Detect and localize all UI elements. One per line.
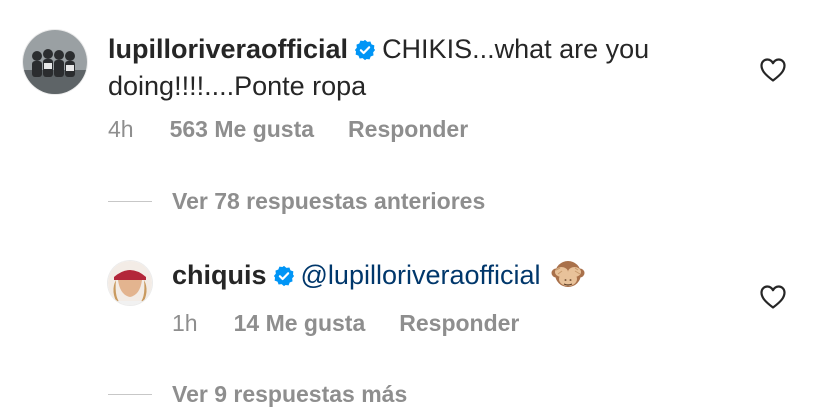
view-previous-replies-label: Ver 78 respuestas anteriores xyxy=(172,188,486,214)
reply-button[interactable]: Responder xyxy=(348,116,468,143)
comment-likes[interactable]: 563 Me gusta xyxy=(170,116,314,143)
reply-meta: 1h 14 Me gusta Responder xyxy=(172,310,519,337)
verified-badge-icon xyxy=(273,261,295,295)
view-more-replies-label: Ver 9 respuestas más xyxy=(172,381,408,407)
comment-body: CHIKIS...what are you xyxy=(382,34,650,64)
divider-line xyxy=(108,394,152,395)
reply-text: chiquis @lupilloriveraofficial xyxy=(172,258,585,298)
comment-meta: 4h 563 Me gusta Responder xyxy=(108,116,468,143)
verified-badge-icon xyxy=(354,35,376,69)
view-more-replies-button[interactable]: Ver 9 respuestas más xyxy=(108,381,407,408)
comment-username[interactable]: lupilloriveraofficial xyxy=(108,34,348,64)
avatar[interactable] xyxy=(23,30,87,94)
comment-time: 4h xyxy=(108,116,134,142)
mention-link[interactable]: @lupilloriveraofficial xyxy=(301,260,541,290)
reply-time: 1h xyxy=(172,310,198,336)
comment-body-line2: doing!!!!....Ponte ropa xyxy=(108,71,367,101)
like-heart-icon[interactable] xyxy=(760,58,786,82)
comment-text: lupilloriveraofficial CHIKIS...what are y… xyxy=(108,32,649,103)
see-no-evil-monkey-icon xyxy=(551,258,585,298)
like-heart-icon[interactable] xyxy=(760,285,786,309)
view-previous-replies-button[interactable]: Ver 78 respuestas anteriores xyxy=(108,188,485,215)
avatar[interactable] xyxy=(108,261,152,305)
divider-line xyxy=(108,201,152,202)
reply-likes[interactable]: 14 Me gusta xyxy=(234,310,366,337)
reply-username[interactable]: chiquis xyxy=(172,260,267,290)
reply-button[interactable]: Responder xyxy=(399,310,519,337)
